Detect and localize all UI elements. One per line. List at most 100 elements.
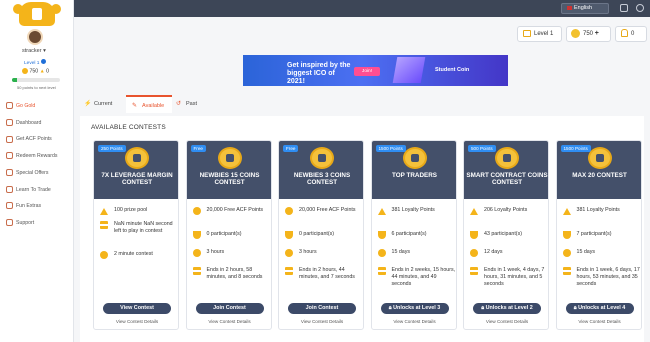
banner-join-button[interactable]: Join! <box>354 67 380 76</box>
contest-coin-symbol <box>410 154 419 162</box>
level-pill[interactable]: Level 1 <box>517 26 562 42</box>
hourglass-icon <box>192 267 201 275</box>
tab-available-label: Available <box>142 103 165 109</box>
language-select[interactable]: English <box>561 3 609 14</box>
view-details-link[interactable]: View Contest Details <box>94 319 178 324</box>
trophy-icon <box>285 231 293 239</box>
gamepad-icon <box>6 202 13 210</box>
locked-contest-button[interactable]: 🔒︎ Unlocks at Level 4 <box>565 303 634 314</box>
view-details-link[interactable]: View Contest Details <box>557 319 641 324</box>
sidebar-item-go-gold[interactable]: Go Gold <box>6 100 70 112</box>
contest-info-text: 20,000 Free ACF Points <box>206 207 264 213</box>
tab-available[interactable]: ✎ Available <box>126 95 172 113</box>
contest-info-text: 3 hours <box>299 249 317 255</box>
banner-text: Get inspired by the biggest ICO of 2021! <box>287 62 351 85</box>
pin-icon: ✎ <box>132 103 138 109</box>
sidebar-item-learn-to-trade[interactable]: Learn To Trade <box>6 184 70 196</box>
sidebar-item-label: Special Offers <box>16 169 49 176</box>
sidebar-item-label: Get ACF Points <box>16 136 52 143</box>
hourglass-icon <box>470 267 478 275</box>
contest-info-text: Ends in 2 hours, 58 minutes, and 8 secon… <box>206 267 263 281</box>
contest-card: Free NEWBIES 15 COINS CONTEST 20,000 Free … <box>185 140 272 330</box>
gift-icon <box>6 135 13 143</box>
contests-panel: AVAILABLE CONTESTS 250 Points 7X LEVERAGE… <box>80 116 644 342</box>
contest-title: TOP TRADERS <box>392 172 437 179</box>
sidebar-item-special-offers[interactable]: Special Offers <box>6 167 70 179</box>
sidebar-item-get-acf-points[interactable]: Get ACF Points <box>6 133 70 145</box>
contest-info-text: 3 hours <box>206 249 225 255</box>
username-label: stracker <box>22 48 42 54</box>
join-contest-button[interactable]: Join Contest <box>195 303 264 314</box>
locked-contest-button[interactable]: 🔒︎ Unlocks at Level 2 <box>473 303 541 314</box>
contest-info-text: 7 participant(s) <box>576 231 612 237</box>
bolt-icon: ⚡ <box>84 101 92 107</box>
info-icon[interactable] <box>40 59 46 64</box>
contest-button-label: Unlocks at Level 3 <box>393 305 441 311</box>
points-badge: 250 Points <box>98 145 126 152</box>
flag-icon <box>567 5 572 10</box>
contest-info-text: 381 Loyalty Points <box>391 207 435 213</box>
sidebar-item-fun-extras[interactable]: Fun Extras <box>6 200 70 212</box>
view-details-link[interactable]: View Contest Details <box>279 319 363 324</box>
join-contest-button[interactable]: Join Contest <box>288 303 356 314</box>
contest-title: MAX 20 CONTEST <box>572 172 627 179</box>
username[interactable]: stracker ▾ <box>22 48 46 54</box>
contest-info-text: Ends in 2 weeks, 15 hours, 44 minutes, a… <box>391 267 456 288</box>
trophy-icon <box>377 231 386 239</box>
contest-title: NEWBIES 15 COINS CONTEST <box>199 172 260 186</box>
tab-past-label: Past <box>186 101 198 107</box>
contest-title: 7X LEVERAGE MARGIN CONTEST <box>101 172 173 186</box>
contest-coin-symbol <box>503 154 511 162</box>
contest-coin-icon <box>125 147 149 169</box>
contest-button-label: Unlocks at Level 4 <box>578 305 626 311</box>
hourglass-icon <box>285 267 293 275</box>
trophy-icon <box>192 231 201 239</box>
contest-info-text: 0 participant(s) <box>206 231 242 237</box>
sidebar-item-dashboard[interactable]: Dashboard <box>6 117 70 129</box>
sidebar-item-redeem-rewards[interactable]: Redeem Rewards <box>6 150 70 162</box>
user-stats: 750 ▲ 0 <box>22 68 49 74</box>
ico-banner[interactable]: Get inspired by the biggest ICO of 2021!… <box>243 55 508 86</box>
add-coins-icon[interactable]: + <box>595 30 599 37</box>
coins-pill[interactable]: 750 + <box>566 26 611 42</box>
level-progress-bar <box>12 78 60 82</box>
contest-card-header: 500 Points SMART CONTRACT COINS CONTEST <box>464 141 548 199</box>
contest-card: 500 Points SMART CONTRACT COINS CONTEST 20… <box>463 140 549 330</box>
contest-coin-symbol <box>595 154 604 162</box>
display-icon[interactable] <box>620 4 628 12</box>
avatar[interactable] <box>27 29 43 45</box>
contest-card-header: Free NEWBIES 3 COINS CONTEST <box>279 141 363 199</box>
view-details-link[interactable]: View Contest Details <box>372 319 456 324</box>
clock-icon <box>285 249 293 257</box>
redeem-icon <box>6 152 13 160</box>
warning-icon <box>100 207 108 215</box>
contest-info-text: Ends in 2 hours, 44 minutes, and 7 secon… <box>299 267 355 281</box>
contest-info-text: 0 participant(s) <box>299 231 335 237</box>
contest-card-header: 250 Points 7X LEVERAGE MARGIN CONTEST <box>94 141 178 199</box>
contest-coin-icon <box>402 147 427 169</box>
banner-graphic <box>392 57 426 83</box>
warning-icon: ▲ <box>39 68 45 75</box>
section-title: AVAILABLE CONTESTS <box>91 124 166 131</box>
points-badge: 1500 Points <box>560 145 591 152</box>
locked-contest-button[interactable]: 🔒︎ Unlocks at Level 3 <box>380 303 449 314</box>
contest-info-text: 2 minute contest <box>114 251 153 257</box>
contest-title: SMART CONTRACT COINS CONTEST <box>466 172 548 186</box>
sidebar-item-label: Support <box>16 219 35 226</box>
view-contest-button[interactable]: View Contest <box>103 303 171 314</box>
logo[interactable] <box>13 2 61 26</box>
hourglass-icon <box>100 221 108 229</box>
contest-info-text: 20,000 Free ACF Points <box>299 207 356 213</box>
tab-current[interactable]: ⚡ Current <box>84 95 124 113</box>
notifications-pill[interactable]: 0 <box>615 26 647 42</box>
contest-card: Free NEWBIES 3 COINS CONTEST 20,000 Free A… <box>278 140 364 330</box>
tab-past[interactable]: ↺ Past <box>176 95 210 113</box>
level-progress-fill <box>12 78 17 82</box>
sidebar-item-support[interactable]: Support <box>6 217 70 229</box>
gear-icon[interactable] <box>636 4 644 12</box>
clock-icon <box>562 249 571 257</box>
view-details-link[interactable]: View Contest Details <box>187 319 271 324</box>
view-details-link[interactable]: View Contest Details <box>464 319 548 324</box>
level-icon <box>523 29 531 37</box>
contest-title: NEWBIES 3 COINS CONTEST <box>293 172 351 186</box>
